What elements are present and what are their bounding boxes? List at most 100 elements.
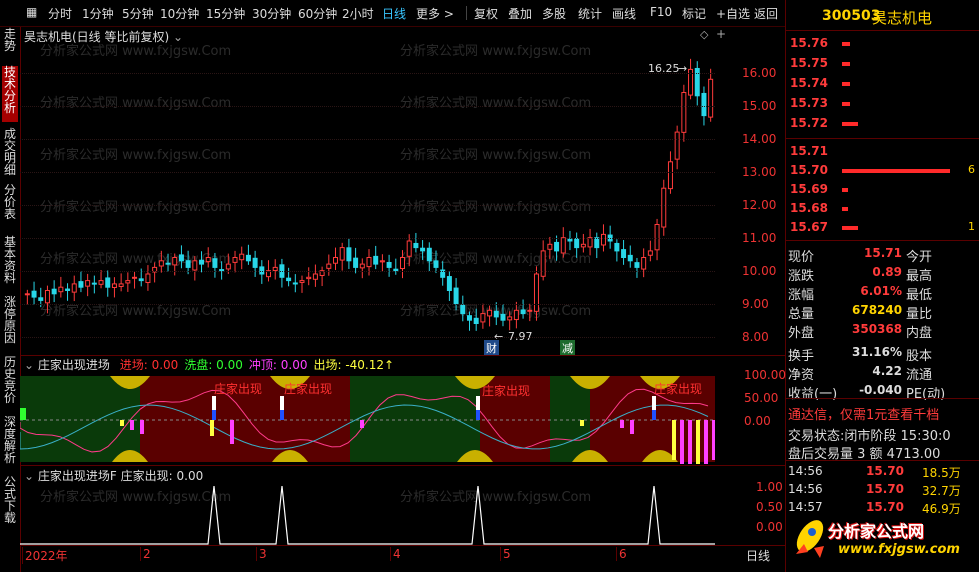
- period-button[interactable]: 15分钟: [206, 5, 245, 22]
- trade-status: 交易状态:闭市阶段 15:30:0: [788, 425, 951, 444]
- candle-body: [413, 242, 419, 249]
- adjust-button[interactable]: 复权: [474, 5, 498, 22]
- candle-body: [185, 260, 191, 268]
- tab-price-table[interactable]: 分价表: [2, 184, 18, 224]
- volume-bar: [140, 420, 144, 434]
- bid-price[interactable]: 15.69: [790, 182, 828, 196]
- bid-volume: 6: [968, 163, 975, 176]
- f10-button[interactable]: F10: [650, 5, 672, 19]
- candle-body: [554, 241, 560, 252]
- tick-price: 15.70: [866, 482, 904, 496]
- reduce-event-marker[interactable]: 减: [560, 340, 575, 356]
- candle-body: [520, 309, 526, 315]
- ask-price[interactable]: 15.75: [790, 56, 828, 70]
- back-button[interactable]: 返回: [754, 5, 778, 22]
- indicator2-name: 庄家出现进场F: [37, 469, 117, 483]
- period-button[interactable]: 30分钟: [252, 5, 291, 22]
- bid-price[interactable]: 15.68: [790, 201, 828, 215]
- period-button[interactable]: 分时: [48, 5, 72, 22]
- draw-line-button[interactable]: 画线: [612, 5, 636, 22]
- candle-body: [480, 313, 486, 323]
- ask-price[interactable]: 15.76: [790, 36, 828, 50]
- candle-body: [326, 263, 332, 269]
- period-button[interactable]: 1分钟: [82, 5, 114, 22]
- date-axis-label: 4: [390, 547, 401, 561]
- indicator1-field: 冲顶: 0.00: [248, 358, 308, 372]
- overlay-button[interactable]: 叠加: [508, 5, 532, 22]
- period-label[interactable]: 日线: [746, 547, 770, 564]
- grid-line: [20, 73, 715, 74]
- candle-body: [239, 253, 245, 261]
- promo-link[interactable]: 通达信，仅需1元查看千档: [788, 404, 939, 423]
- trade-status-value: 闭市阶段 15:30:0: [844, 429, 951, 444]
- candle-body: [681, 92, 687, 133]
- period-button[interactable]: 5分钟: [122, 5, 154, 22]
- stat-label: 内盘: [906, 326, 933, 341]
- toolbar-grid-icon[interactable]: ▦: [26, 5, 37, 19]
- indicator1-field: 进场: 0.00: [119, 358, 179, 372]
- finance-event-marker[interactable]: 财: [484, 340, 499, 356]
- mark-button[interactable]: 标记: [682, 5, 706, 22]
- candle-body: [58, 286, 64, 293]
- chevron-down-icon[interactable]: ⌄: [24, 358, 34, 372]
- multi-stock-button[interactable]: 多股: [542, 5, 566, 22]
- candle-body: [426, 247, 432, 262]
- grid-line: [20, 139, 715, 140]
- stat-value: 4.22: [872, 364, 902, 378]
- add-watchlist-button[interactable]: +自选: [716, 5, 750, 22]
- candle-body: [487, 309, 493, 317]
- tab-formula-download[interactable]: 公式下载: [2, 476, 18, 526]
- period-button-active[interactable]: 日线: [382, 5, 406, 22]
- candle-body: [513, 309, 519, 321]
- indicator1-axis-tick: 100.00: [744, 368, 786, 382]
- candle-body: [306, 276, 312, 280]
- period-button[interactable]: 60分钟: [298, 5, 337, 22]
- grid-line: [20, 238, 715, 239]
- candle-body: [433, 260, 439, 268]
- candle-body: [138, 278, 144, 282]
- tab-trade-detail[interactable]: 成交明细: [2, 128, 18, 178]
- tab-limit-up-reason[interactable]: 涨停原因: [2, 296, 18, 346]
- stat-label: PE(动): [906, 387, 946, 402]
- candle-body: [178, 254, 184, 262]
- volume-bar: [672, 420, 676, 460]
- tab-technical-analysis[interactable]: 技术分析: [2, 66, 18, 122]
- candle-body: [661, 187, 667, 228]
- more-periods-button[interactable]: 更多 >: [416, 5, 454, 22]
- candle-body: [205, 257, 211, 263]
- ask-price[interactable]: 15.73: [790, 96, 828, 110]
- tab-basic-info[interactable]: 基本资料: [2, 236, 18, 286]
- left-tab-sidebar: 分时走势 技术分析 成交明细 分价表 基本资料 涨停原因 历史竞价 深度解析 公…: [0, 0, 21, 572]
- ask-volume-bar: [842, 122, 858, 126]
- grid-line: [20, 205, 715, 206]
- trade-status-label: 交易状态:: [788, 429, 845, 444]
- candle-body: [674, 131, 680, 160]
- period-button[interactable]: 10分钟: [160, 5, 199, 22]
- period-button[interactable]: 2小时: [342, 5, 374, 22]
- candle-body: [420, 247, 426, 252]
- chevron-down-icon[interactable]: ⌄: [24, 469, 34, 483]
- volume-bar: [580, 420, 584, 426]
- candle-body: [399, 257, 405, 270]
- stat-label: 今开: [906, 250, 933, 265]
- candle-body: [158, 260, 164, 267]
- candle-body: [473, 317, 479, 325]
- bid-price[interactable]: 15.67: [790, 220, 828, 234]
- stat-label: 涨跌: [788, 269, 815, 284]
- volume-bar: [210, 420, 214, 436]
- candle-body: [574, 238, 580, 249]
- ask-price[interactable]: 15.72: [790, 116, 828, 130]
- indicator1-field: 出场: -40.12↑: [313, 358, 395, 372]
- plus-icon[interactable]: +: [716, 27, 726, 41]
- candle-body: [118, 283, 124, 287]
- statistics-button[interactable]: 统计: [578, 5, 602, 22]
- bid-volume-bar: [842, 188, 848, 192]
- ask-price[interactable]: 15.74: [790, 76, 828, 90]
- tab-history-auction[interactable]: 历史竞价: [2, 356, 18, 406]
- volume-bar: [712, 420, 715, 460]
- zone-band: [20, 376, 140, 462]
- tab-deep-analysis[interactable]: 深度解析: [2, 416, 18, 466]
- bid-price[interactable]: 15.71: [790, 144, 828, 158]
- candle-body: [567, 238, 573, 242]
- bid-price[interactable]: 15.70: [790, 163, 828, 177]
